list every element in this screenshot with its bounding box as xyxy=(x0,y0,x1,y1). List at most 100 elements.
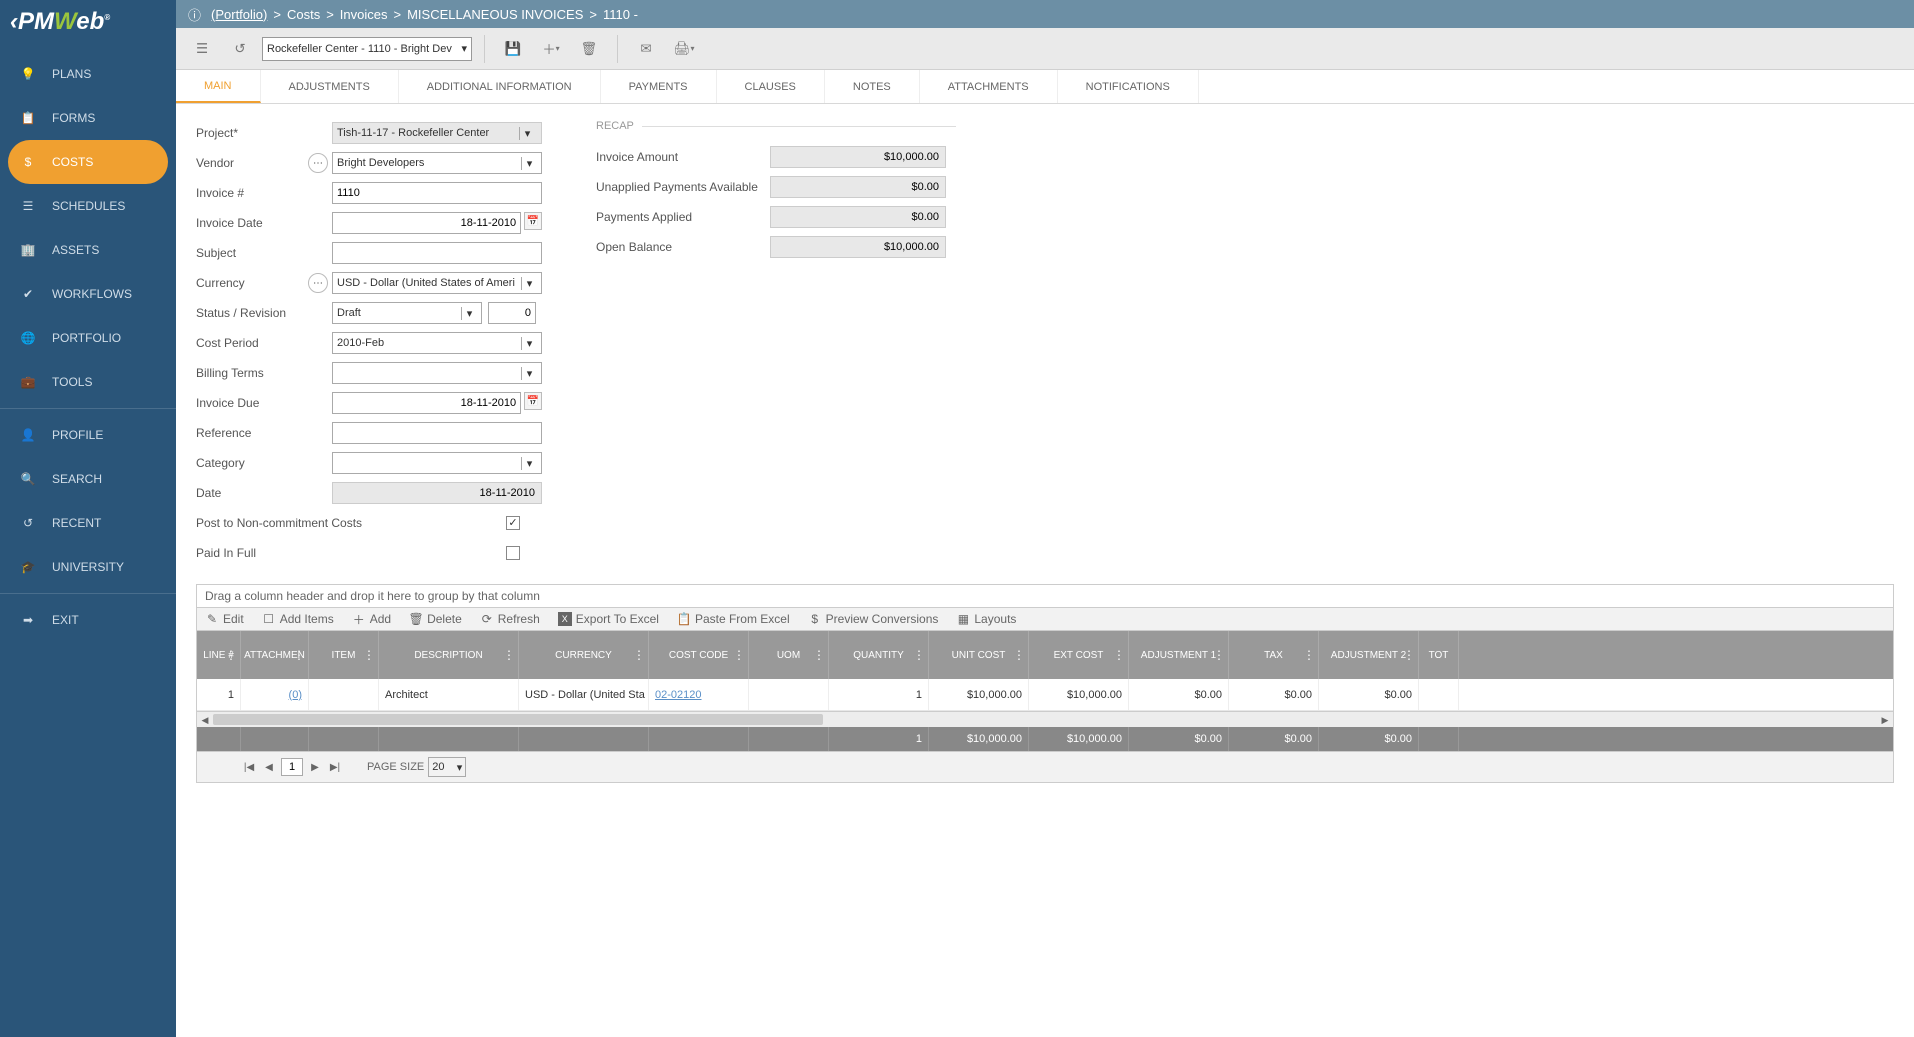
tab-clauses[interactable]: CLAUSES xyxy=(717,70,825,103)
post-checkbox[interactable] xyxy=(506,516,520,530)
col-uom[interactable]: UOM⋮ xyxy=(749,631,829,679)
vendor-select[interactable]: Bright Developers▾ xyxy=(332,152,542,174)
col-ext-cost[interactable]: EXT COST⋮ xyxy=(1029,631,1129,679)
cost-code-link[interactable]: 02-02120 xyxy=(655,689,702,701)
status-select[interactable]: Draft▾ xyxy=(332,302,482,324)
globe-icon: 🌐 xyxy=(18,328,38,348)
sidebar-item-tools[interactable]: 💼TOOLS xyxy=(0,360,176,404)
col-adjustment1[interactable]: ADJUSTMENT 1⋮ xyxy=(1129,631,1229,679)
save-button[interactable]: 💾 xyxy=(497,33,529,65)
grid-group-by-bar[interactable]: Drag a column header and drop it here to… xyxy=(197,585,1893,608)
grid-add-button[interactable]: ＋Add xyxy=(352,612,391,626)
sidebar-item-profile[interactable]: 👤PROFILE xyxy=(0,413,176,457)
grid-layouts-button[interactable]: ▦Layouts xyxy=(956,612,1016,626)
calendar-icon[interactable]: 📅 xyxy=(524,212,542,230)
grid-add-items-button[interactable]: ☐Add Items xyxy=(262,612,334,626)
scrollbar-thumb[interactable] xyxy=(213,714,823,725)
pager-first-button[interactable]: |◀ xyxy=(241,759,257,775)
project-select-field[interactable]: Tish-11-17 - Rockefeller Center▾ xyxy=(332,122,542,144)
building-icon: 🏢 xyxy=(18,240,38,260)
invoice-number-input[interactable] xyxy=(332,182,542,204)
delete-button[interactable]: 🗑 xyxy=(573,33,605,65)
subject-input[interactable] xyxy=(332,242,542,264)
category-select[interactable]: ▾ xyxy=(332,452,542,474)
col-cost-code[interactable]: COST CODE⋮ xyxy=(649,631,749,679)
history-button[interactable]: ↺ xyxy=(224,33,256,65)
sidebar-item-university[interactable]: 🎓UNIVERSITY xyxy=(0,545,176,589)
sidebar-item-search[interactable]: 🔍SEARCH xyxy=(0,457,176,501)
grid-preview-button[interactable]: $Preview Conversions xyxy=(808,612,939,626)
tab-notifications[interactable]: NOTIFICATIONS xyxy=(1058,70,1199,103)
trash-icon: 🗑 xyxy=(409,612,423,626)
grid-delete-button[interactable]: 🗑Delete xyxy=(409,612,462,626)
currency-select[interactable]: USD - Dollar (United States of Ameri▾ xyxy=(332,272,542,294)
sidebar-item-costs[interactable]: $COSTS xyxy=(8,140,168,184)
revision-input[interactable] xyxy=(488,302,536,324)
billing-terms-select[interactable]: ▾ xyxy=(332,362,542,384)
cost-period-select[interactable]: 2010-Feb▾ xyxy=(332,332,542,354)
pager-prev-button[interactable]: ◀ xyxy=(261,759,277,775)
toolbar: ☰ ↺ Rockefeller Center - 1110 - Bright D… xyxy=(176,28,1914,70)
history-icon: ↺ xyxy=(18,513,38,533)
pager-page-size-select[interactable]: 20▾ xyxy=(428,757,466,777)
tab-notes[interactable]: NOTES xyxy=(825,70,920,103)
col-line[interactable]: LINE #⋮ xyxy=(197,631,241,679)
reference-input[interactable] xyxy=(332,422,542,444)
grid-header: LINE #⋮ ATTACHMEN⋮ ITEM⋮ DESCRIPTION⋮ CU… xyxy=(197,631,1893,679)
tab-additional-information[interactable]: ADDITIONAL INFORMATION xyxy=(399,70,601,103)
project-select[interactable]: Rockefeller Center - 1110 - Bright Dev▾ xyxy=(262,37,472,61)
sidebar-item-schedules[interactable]: ☰SCHEDULES xyxy=(0,184,176,228)
col-total[interactable]: TOT xyxy=(1419,631,1459,679)
currency-lookup-button[interactable]: ⋯ xyxy=(308,273,328,293)
table-row[interactable]: 1 (0) Architect USD - Dollar (United Sta… xyxy=(197,679,1893,711)
calendar-icon[interactable]: 📅 xyxy=(524,392,542,410)
paid-in-full-checkbox[interactable] xyxy=(506,546,520,560)
invoice-date-input[interactable] xyxy=(332,212,521,234)
email-button[interactable]: ✉ xyxy=(630,33,662,65)
grid-paste-button[interactable]: 📋Paste From Excel xyxy=(677,612,790,626)
logo[interactable]: ‹PMWeb® xyxy=(0,0,176,44)
grid-horizontal-scrollbar[interactable]: ◀ ▶ xyxy=(197,711,1893,727)
col-item[interactable]: ITEM⋮ xyxy=(309,631,379,679)
col-quantity[interactable]: QUANTITY⋮ xyxy=(829,631,929,679)
col-attachments[interactable]: ATTACHMEN⋮ xyxy=(241,631,309,679)
scroll-left-icon[interactable]: ◀ xyxy=(197,712,213,728)
col-description[interactable]: DESCRIPTION⋮ xyxy=(379,631,519,679)
col-tax[interactable]: TAX⋮ xyxy=(1229,631,1319,679)
vendor-lookup-button[interactable]: ⋯ xyxy=(308,153,328,173)
chevron-down-icon: ▾ xyxy=(521,157,537,170)
scroll-right-icon[interactable]: ▶ xyxy=(1877,712,1893,728)
attachments-link[interactable]: (0) xyxy=(289,689,302,701)
sidebar-item-forms[interactable]: 📋FORMS xyxy=(0,96,176,140)
info-icon[interactable]: ⓘ xyxy=(188,5,201,24)
add-button[interactable]: ＋▾ xyxy=(535,33,567,65)
dollar-circle-icon: $ xyxy=(808,612,822,626)
pager-page-input[interactable] xyxy=(281,758,303,776)
sidebar-item-plans[interactable]: 💡PLANS xyxy=(0,52,176,96)
tab-main[interactable]: MAIN xyxy=(176,70,261,103)
sidebar-item-assets[interactable]: 🏢ASSETS xyxy=(0,228,176,272)
grid-edit-button[interactable]: ✎Edit xyxy=(205,612,244,626)
col-currency[interactable]: CURRENCY⋮ xyxy=(519,631,649,679)
pager-last-button[interactable]: ▶| xyxy=(327,759,343,775)
tab-payments[interactable]: PAYMENTS xyxy=(601,70,717,103)
col-unit-cost[interactable]: UNIT COST⋮ xyxy=(929,631,1029,679)
pager-next-button[interactable]: ▶ xyxy=(307,759,323,775)
print-button[interactable]: 🖨▾ xyxy=(668,33,700,65)
sidebar-item-recent[interactable]: ↺RECENT xyxy=(0,501,176,545)
chevron-down-icon: ▾ xyxy=(521,337,537,350)
grid-refresh-button[interactable]: ⟳Refresh xyxy=(480,612,540,626)
clipboard-icon: 📋 xyxy=(18,108,38,128)
sidebar-item-exit[interactable]: ➡EXIT xyxy=(0,598,176,642)
grid-export-button[interactable]: XExport To Excel xyxy=(558,612,659,626)
list-view-button[interactable]: ☰ xyxy=(186,33,218,65)
breadcrumb-portfolio[interactable]: (Portfolio) xyxy=(211,7,267,22)
chevron-down-icon: ▾ xyxy=(461,307,477,320)
sidebar-item-workflows[interactable]: ✔WORKFLOWS xyxy=(0,272,176,316)
sidebar-item-portfolio[interactable]: 🌐PORTFOLIO xyxy=(0,316,176,360)
col-adjustment2[interactable]: ADJUSTMENT 2⋮ xyxy=(1319,631,1419,679)
chevron-down-icon: ▾ xyxy=(521,367,537,380)
tab-attachments[interactable]: ATTACHMENTS xyxy=(920,70,1058,103)
invoice-due-input[interactable] xyxy=(332,392,521,414)
tab-adjustments[interactable]: ADJUSTMENTS xyxy=(261,70,399,103)
